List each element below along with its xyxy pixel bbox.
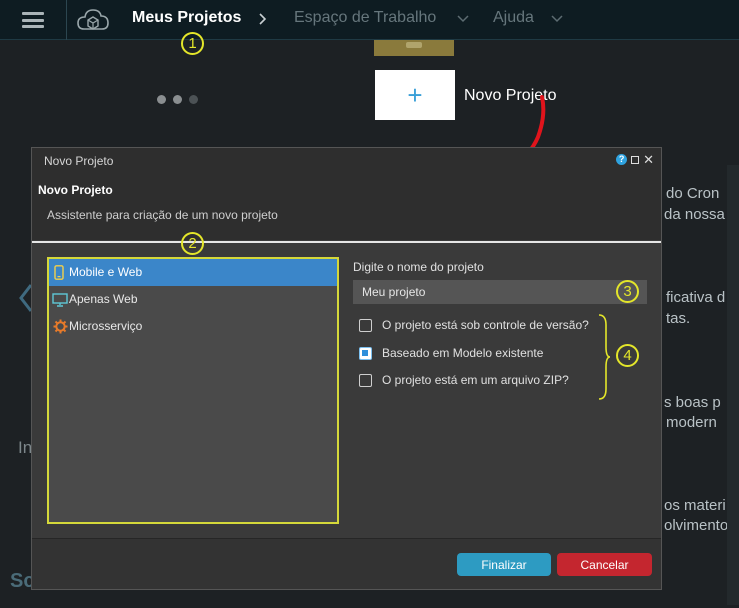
option-label: O projeto está em um arquivo ZIP? <box>382 373 569 387</box>
cloud-cube-icon[interactable] <box>76 5 110 35</box>
maximize-icon[interactable] <box>631 155 640 164</box>
background-text: os materi <box>664 497 726 514</box>
background-scrollbar[interactable] <box>727 165 739 605</box>
option-existing-template[interactable]: Baseado em Modelo existente <box>359 346 543 360</box>
carousel-dot[interactable] <box>173 95 182 104</box>
dialog-window-title: Novo Projeto <box>44 154 114 168</box>
mobile-icon <box>54 265 64 280</box>
existing-template-checkbox[interactable] <box>359 346 372 360</box>
dialog-heading: Novo Projeto <box>38 183 113 197</box>
cancel-button[interactable]: Cancelar <box>557 553 652 576</box>
version-control-checkbox[interactable] <box>359 318 372 332</box>
new-project-dialog: Novo Projeto ? ✕ Novo Projeto Assistente… <box>31 147 662 590</box>
project-tile-partial[interactable] <box>374 40 454 56</box>
carousel-dots <box>157 91 205 109</box>
project-type-list: Mobile e Web Apenas Web Microsserviço <box>47 257 339 524</box>
gear-icon <box>53 319 68 334</box>
nav-workspace[interactable]: Espaço de Trabalho <box>294 9 436 27</box>
carousel-dot[interactable] <box>189 95 198 104</box>
annotation-badge-3: 3 <box>616 280 639 303</box>
project-type-label: Mobile e Web <box>69 265 143 279</box>
help-icon[interactable]: ? <box>616 154 628 165</box>
background-text: tas. <box>666 310 691 327</box>
new-project-tile[interactable]: + <box>375 70 455 120</box>
nav-my-projects[interactable]: Meus Projetos <box>132 9 241 27</box>
chevron-down-icon[interactable] <box>550 14 564 24</box>
dialog-divider <box>32 241 661 243</box>
zip-archive-checkbox[interactable] <box>359 373 372 387</box>
background-text: modern <box>666 414 717 431</box>
option-label: O projeto está sob controle de versão? <box>382 318 589 332</box>
project-type-label: Apenas Web <box>69 292 138 306</box>
option-label: Baseado em Modelo existente <box>382 346 544 360</box>
project-name-label: Digite o nome do projeto <box>353 260 484 274</box>
background-text: olvimento. <box>664 517 733 534</box>
background-text: s boas p <box>664 394 721 411</box>
finish-button[interactable]: Finalizar <box>457 553 551 576</box>
option-zip-archive[interactable]: O projeto está em um arquivo ZIP? <box>359 373 569 387</box>
project-type-web-only[interactable]: Apenas Web <box>49 286 337 313</box>
monitor-icon <box>52 293 68 307</box>
background-text: da nossa <box>664 206 725 223</box>
nav-help[interactable]: Ajuda <box>493 9 534 27</box>
annotation-badge-1: 1 <box>181 32 204 55</box>
dialog-subtitle: Assistente para criação de um novo proje… <box>47 208 278 222</box>
option-version-control[interactable]: O projeto está sob controle de versão? <box>359 318 589 332</box>
carousel-dot[interactable] <box>157 95 166 104</box>
nav-divider <box>66 0 67 40</box>
project-name-input[interactable] <box>353 280 647 304</box>
annotation-badge-2: 2 <box>181 232 204 255</box>
project-type-microservice[interactable]: Microsserviço <box>49 313 337 340</box>
plus-icon: + <box>407 80 423 110</box>
annotation-badge-4: 4 <box>616 344 639 367</box>
dialog-header: Novo Projeto Assistente para criação de … <box>32 172 661 240</box>
background-text: ficativa d <box>666 289 726 306</box>
chevron-right-icon <box>259 13 267 25</box>
background-text: do Cron <box>666 185 720 202</box>
project-type-mobile-web[interactable]: Mobile e Web <box>49 259 337 286</box>
close-icon[interactable]: ✕ <box>643 153 654 166</box>
dialog-footer: Finalizar Cancelar <box>32 539 661 589</box>
top-navigation-bar: Meus Projetos Espaço de Trabalho Ajuda <box>0 0 739 40</box>
hamburger-menu-icon[interactable] <box>22 12 44 28</box>
dialog-titlebar[interactable]: Novo Projeto ? ✕ <box>32 148 661 172</box>
project-type-label: Microsserviço <box>69 319 143 333</box>
annotation-brace <box>598 314 611 400</box>
chevron-down-icon[interactable] <box>456 14 470 24</box>
